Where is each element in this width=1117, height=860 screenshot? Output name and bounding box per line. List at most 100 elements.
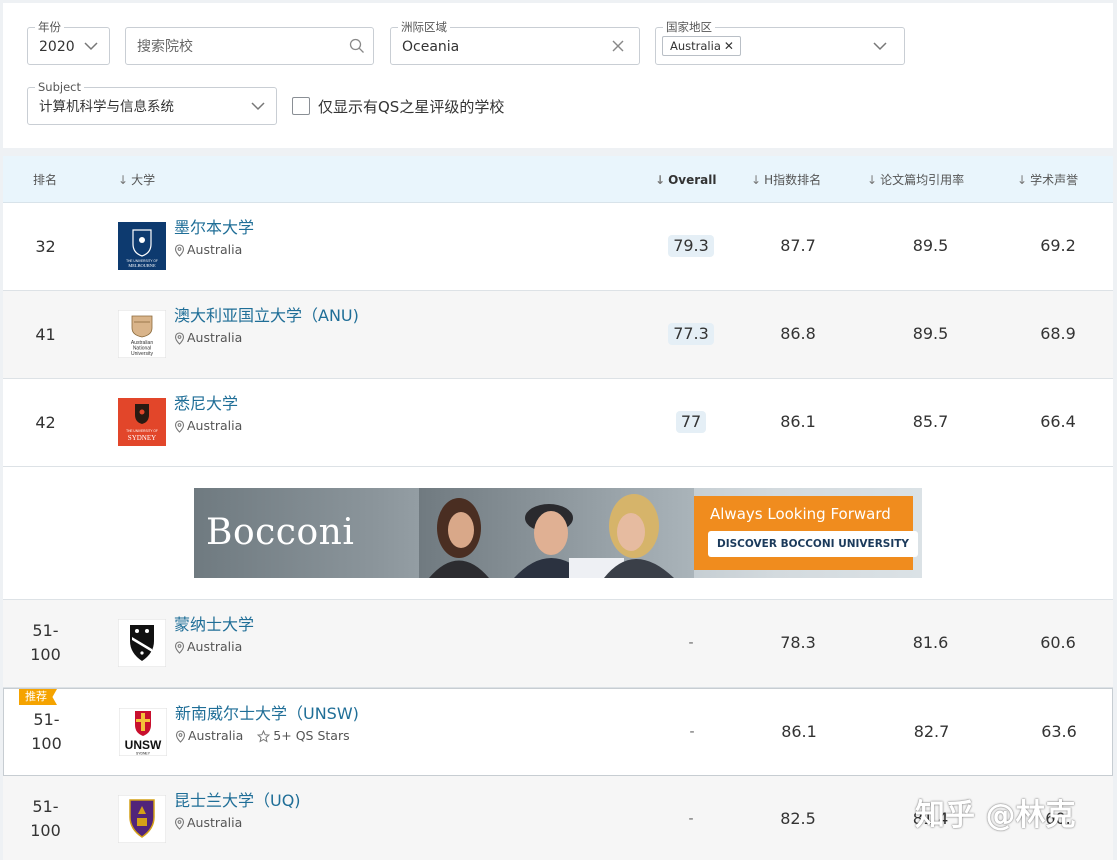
qs-stars-filter[interactable]: 仅显示有QS之星评级的学校: [292, 96, 504, 116]
h-index-score: 78.3: [780, 633, 816, 652]
logo-text: UNSW: [125, 738, 162, 752]
university-name-link[interactable]: 昆士兰大学（UQ): [174, 790, 301, 812]
qs-stars-checkbox-label: 仅显示有QS之星评级的学校: [318, 97, 505, 116]
header-citations[interactable]: ↓ 论文篇均引用率: [867, 172, 964, 188]
country-label: Australia: [187, 418, 243, 433]
header-university[interactable]: ↓ 大学: [118, 172, 155, 188]
header-rank: 排名: [33, 173, 58, 187]
overall-score: -: [688, 811, 694, 827]
logo-text: SYDNEY: [128, 434, 156, 442]
location: Australia: [174, 242, 242, 258]
year-select-label: 年份: [35, 19, 64, 35]
h-index-score: 86.1: [781, 722, 817, 741]
location-pin-icon: [174, 243, 185, 257]
location: Australia: [174, 639, 242, 655]
sort-arrow-icon: ↓: [1017, 173, 1028, 187]
bocconi-logo: Bocconi: [206, 512, 355, 553]
h-index-score: 87.7: [780, 236, 816, 255]
chevron-down-icon: [251, 102, 265, 111]
chip-remove-icon[interactable]: ✕: [724, 39, 734, 53]
logo-text: MELBOURNE: [128, 263, 156, 268]
region-select-value: Oceania: [402, 39, 460, 55]
citations-score: 81.6: [912, 633, 949, 652]
qs-stars-rating: 5+ QS Stars: [257, 728, 350, 744]
country-label: Australia: [187, 639, 243, 654]
subject-select[interactable]: Subject 计算机科学与信息系统: [27, 79, 277, 125]
search-placeholder: 搜索院校: [137, 39, 193, 55]
overall-score: 77.3: [651, 323, 731, 345]
header-overall[interactable]: ↓ Overall: [655, 172, 716, 188]
rankings-table: 排名 ↓ 大学 ↓ Overall ↓ H指数排名 ↓ 论文篇均引用率 ↓ 学术声誉 32…: [3, 156, 1113, 860]
country-label: Australia: [187, 242, 243, 257]
discover-bocconi-button[interactable]: DISCOVER BOCCONI UNIVERSITY: [708, 531, 919, 557]
university-name-link[interactable]: 蒙纳士大学: [174, 614, 254, 636]
citations-score: 89.5: [912, 236, 949, 255]
citations-score: 85.7: [912, 412, 949, 431]
search-icon: [349, 38, 364, 53]
rank: 51-: [33, 710, 60, 729]
rank: 51-: [32, 621, 59, 640]
sort-arrow-icon: ↓: [751, 173, 762, 187]
h-index-score: 86.8: [780, 324, 816, 343]
table-row[interactable]: 32 THE UNIVERSITY OF MELBOURNE 墨尔本大学 Aus…: [3, 203, 1113, 291]
overall-score: -: [689, 724, 695, 740]
university-search-input[interactable]: 搜索院校: [125, 27, 374, 65]
sort-arrow-icon: ↓: [867, 173, 878, 187]
year-select[interactable]: 年份 2020: [27, 19, 110, 65]
header-reputation[interactable]: ↓ 学术声誉: [1017, 172, 1078, 188]
star-icon: [257, 729, 271, 743]
sort-arrow-icon: ↓: [655, 173, 666, 187]
qs-stars-checkbox[interactable]: [292, 97, 310, 115]
filter-panel: 年份 2020 搜索院校 洲际区域 Oceania 国家地区 Australia…: [3, 3, 1113, 148]
country-chip[interactable]: Australia ✕: [662, 36, 741, 56]
location: Australia 5+ QS Stars: [175, 728, 350, 744]
bocconi-ad-banner[interactable]: Bocconi Always Looking Forward DISCOVER …: [194, 488, 922, 578]
country-chip-label: Australia: [670, 39, 721, 53]
rank: 100: [31, 734, 62, 753]
region-select-label: 洲际区域: [398, 19, 450, 35]
university-logo: [118, 619, 166, 667]
sort-arrow-icon: ↓: [118, 173, 129, 187]
location-pin-icon: [174, 331, 185, 345]
reputation-score: 69.2: [1040, 236, 1076, 255]
location-pin-icon: [174, 419, 185, 433]
location: Australia: [174, 418, 242, 434]
table-row[interactable]: 42 THE UNIVERSITY OF SYDNEY 悉尼大学 Austral…: [3, 379, 1113, 467]
table-row[interactable]: 推荐 51- 100 UNSW SYDNEY 新南威尔士大学（UNSW) Aus…: [3, 688, 1113, 776]
table-row[interactable]: 51- 100 蒙纳士大学 Australia - 78.3 81.6 60.6: [3, 600, 1113, 688]
rank: 51-: [32, 797, 59, 816]
overall-score: -: [688, 635, 694, 651]
header-h-index[interactable]: ↓ H指数排名: [751, 172, 821, 188]
country-select[interactable]: 国家地区 Australia ✕: [655, 19, 905, 65]
logo-text: University: [131, 351, 153, 357]
clear-icon[interactable]: [611, 39, 625, 53]
chevron-down-icon: [873, 42, 887, 51]
university-logo: UNSW SYDNEY: [119, 708, 167, 756]
university-name-link[interactable]: 新南威尔士大学（UNSW): [175, 703, 359, 725]
citations-score: 89.5: [912, 324, 949, 343]
reputation-score: 60.6: [1040, 633, 1076, 652]
ad-cta-panel: Always Looking Forward DISCOVER BOCCONI …: [694, 496, 919, 570]
rank: 41: [35, 325, 56, 344]
university-logo: THE UNIVERSITY OF MELBOURNE: [118, 222, 166, 270]
citations-score: 82.7: [913, 722, 950, 741]
subject-select-label: Subject: [35, 79, 84, 95]
rank: 42: [35, 413, 56, 432]
region-select[interactable]: 洲际区域 Oceania: [390, 19, 640, 65]
university-name-link[interactable]: 澳大利亚国立大学（ANU): [174, 305, 359, 327]
university-logo: [118, 795, 166, 843]
country-label: Australia: [188, 728, 244, 743]
table-row[interactable]: 41 Australian National University 澳大利亚国立…: [3, 291, 1113, 379]
university-logo: Australian National University: [118, 310, 166, 358]
reputation-score: 63.6: [1041, 722, 1077, 741]
subject-select-value: 计算机科学与信息系统: [39, 99, 174, 115]
university-name-link[interactable]: 墨尔本大学: [174, 217, 254, 239]
university-name-link[interactable]: 悉尼大学: [174, 393, 238, 415]
chevron-down-icon: [84, 42, 98, 51]
country-label: Australia: [187, 815, 243, 830]
overall-score: 77: [651, 411, 731, 433]
rank: 32: [35, 237, 56, 256]
students-photo: [419, 488, 694, 578]
location-pin-icon: [174, 640, 185, 654]
reputation-score: 68.9: [1040, 324, 1076, 343]
